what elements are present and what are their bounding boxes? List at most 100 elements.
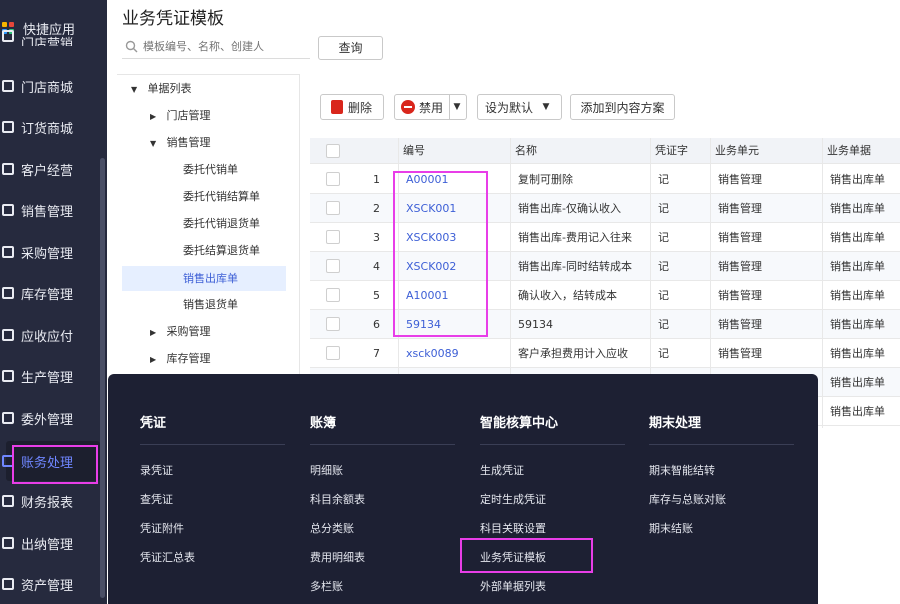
- asset-icon: [2, 578, 14, 590]
- menu-item-expense-detail[interactable]: 费用明细表: [310, 549, 365, 565]
- column-header-business-doc[interactable]: 业务单据: [827, 138, 871, 164]
- sidebar-item-store-marketing[interactable]: 门店营销: [0, 26, 100, 46]
- menu-group-title-ledger: 账簿: [310, 416, 337, 431]
- row-checkbox[interactable]: [326, 288, 340, 302]
- cell-business-doc: 销售出库单: [830, 405, 885, 418]
- delete-button[interactable]: 删除: [320, 94, 384, 120]
- sidebar-item-production[interactable]: 生产管理: [0, 356, 100, 396]
- cashier-icon: [2, 537, 14, 549]
- column-header-voucher-word[interactable]: 凭证字: [655, 138, 688, 164]
- cell-business-doc: 销售出库单: [830, 260, 885, 273]
- menu-item-multi-column-ledger[interactable]: 多栏账: [310, 578, 343, 594]
- column-header-code[interactable]: 编号: [403, 138, 425, 164]
- cell-business-doc: 销售出库单: [830, 347, 885, 360]
- store-mall-icon: [2, 80, 14, 92]
- sidebar-item-customer[interactable]: 客户经营: [0, 149, 100, 189]
- sidebar-item-receivable[interactable]: 应收应付: [0, 315, 100, 355]
- tree-node-consign-settle[interactable]: 委托代销结算单: [183, 186, 260, 208]
- sales-icon: [2, 204, 14, 216]
- cell-voucher-word: 记: [658, 202, 669, 215]
- tree-node-purchase[interactable]: ▶ 采购管理: [150, 321, 211, 343]
- page-title: 业务凭证模板: [122, 9, 224, 29]
- column-header-name[interactable]: 名称: [515, 138, 537, 164]
- disable-button[interactable]: 禁用 ▼: [394, 94, 467, 120]
- cell-code[interactable]: xsck0089: [406, 339, 459, 368]
- sidebar-item-outsource[interactable]: 委外管理: [0, 398, 100, 438]
- menu-item-detail-ledger[interactable]: 明细账: [310, 462, 343, 478]
- sidebar-item-label: 采购管理: [21, 246, 74, 262]
- cell-name: 确认收入，结转成本: [518, 289, 617, 302]
- menu-item-inventory-reconcile[interactable]: 库存与总账对账: [649, 491, 726, 507]
- menu-item-voucher-summary[interactable]: 凭证汇总表: [140, 549, 195, 565]
- row-number: 1: [373, 173, 380, 186]
- sidebar-item-cashier[interactable]: 出纳管理: [0, 523, 100, 563]
- search-input[interactable]: [143, 40, 303, 53]
- sidebar-item-report[interactable]: 财务报表: [0, 481, 100, 521]
- menu-item-general-ledger[interactable]: 总分类账: [310, 520, 354, 536]
- cell-name: 销售出库-费用记入往来: [518, 231, 632, 244]
- row-checkbox[interactable]: [326, 230, 340, 244]
- sidebar-item-label: 库存管理: [21, 287, 74, 303]
- row-checkbox[interactable]: [326, 172, 340, 186]
- sidebar-item-label: 委外管理: [21, 412, 74, 428]
- cell-name: 销售出库-仅确认收入: [518, 202, 621, 215]
- row-checkbox[interactable]: [326, 317, 340, 331]
- tree-root[interactable]: ▼ 单据列表: [131, 78, 192, 100]
- cell-name: 复制可删除: [518, 173, 573, 186]
- menu-item-scheduled-generate[interactable]: 定时生成凭证: [480, 491, 546, 507]
- customer-icon: [2, 163, 14, 175]
- sidebar-item-purchase[interactable]: 采购管理: [0, 232, 100, 272]
- menu-item-account-balance[interactable]: 科目余额表: [310, 491, 365, 507]
- tree-node-label: 销售管理: [166, 136, 211, 149]
- menu-item-account-mapping[interactable]: 科目关联设置: [480, 520, 546, 536]
- tree-node-inventory[interactable]: ▶ 库存管理: [150, 348, 211, 370]
- tree-node-sales-outbound[interactable]: 销售出库单: [122, 266, 286, 291]
- sidebar-item-inventory[interactable]: 库存管理: [0, 273, 100, 313]
- sidebar-item-label: 财务报表: [21, 495, 74, 511]
- sidebar-item-sales[interactable]: 销售管理: [0, 190, 100, 230]
- row-checkbox[interactable]: [326, 201, 340, 215]
- column-header-business-unit[interactable]: 业务单元: [715, 138, 759, 164]
- menu-item-voucher-attachment[interactable]: 凭证附件: [140, 520, 184, 536]
- tree-node-consign-sale[interactable]: 委托代销单: [183, 159, 238, 181]
- cell-business-unit: 销售管理: [718, 318, 762, 331]
- tree-node-sales-return[interactable]: 销售退货单: [183, 294, 238, 316]
- menu-group-title-voucher: 凭证: [140, 416, 167, 431]
- sidebar-item-store-mall[interactable]: 门店商城: [0, 66, 100, 106]
- tree-node-store[interactable]: ▶ 门店管理: [150, 105, 211, 127]
- tree-node-sales[interactable]: ▼ 销售管理: [150, 132, 211, 154]
- sidebar-item-asset[interactable]: 资产管理: [0, 564, 100, 604]
- cell-name: 59134: [518, 318, 553, 331]
- cell-voucher-word: 记: [658, 347, 669, 360]
- set-default-button[interactable]: 设为默认 ▼: [477, 94, 562, 120]
- menu-item-external-docs[interactable]: 外部单据列表: [480, 578, 546, 594]
- sidebar-scrollbar[interactable]: [100, 158, 105, 598]
- caret-down-icon: ▼: [150, 139, 157, 148]
- button-label: 删除: [348, 100, 373, 115]
- add-to-plan-button[interactable]: 添加到内容方案: [570, 94, 675, 120]
- sidebar-item-label: 出纳管理: [21, 537, 74, 553]
- search-box: [122, 35, 310, 59]
- row-checkbox[interactable]: [326, 259, 340, 273]
- menu-item-enter-voucher[interactable]: 录凭证: [140, 462, 173, 478]
- button-label: 禁用: [419, 100, 444, 115]
- menu-group-title-smart-accounting: 智能核算中心: [480, 416, 559, 431]
- search-button[interactable]: 查询: [318, 36, 383, 60]
- cell-name: 销售出库-同时结转成本: [518, 260, 632, 273]
- menu-item-smart-carryover[interactable]: 期末智能结转: [649, 462, 715, 478]
- select-all-checkbox[interactable]: [326, 144, 340, 158]
- row-number: 7: [373, 347, 380, 360]
- chevron-down-icon[interactable]: ▼: [450, 102, 464, 112]
- menu-item-period-close[interactable]: 期末结账: [649, 520, 693, 536]
- menu-group-title-period-end: 期末处理: [649, 416, 702, 431]
- sidebar-item-order-mall[interactable]: 订货商城: [0, 107, 100, 147]
- menu-item-query-voucher[interactable]: 查凭证: [140, 491, 173, 507]
- sidebar-item-label: 订货商城: [21, 121, 74, 137]
- production-icon: [2, 370, 14, 382]
- row-checkbox[interactable]: [326, 346, 340, 360]
- sidebar-item-label: 门店商城: [21, 80, 74, 96]
- menu-item-generate-voucher[interactable]: 生成凭证: [480, 462, 524, 478]
- trash-icon: [331, 100, 343, 114]
- tree-node-settle-return[interactable]: 委托结算退货单: [183, 240, 260, 262]
- tree-node-consign-return[interactable]: 委托代销退货单: [183, 213, 260, 235]
